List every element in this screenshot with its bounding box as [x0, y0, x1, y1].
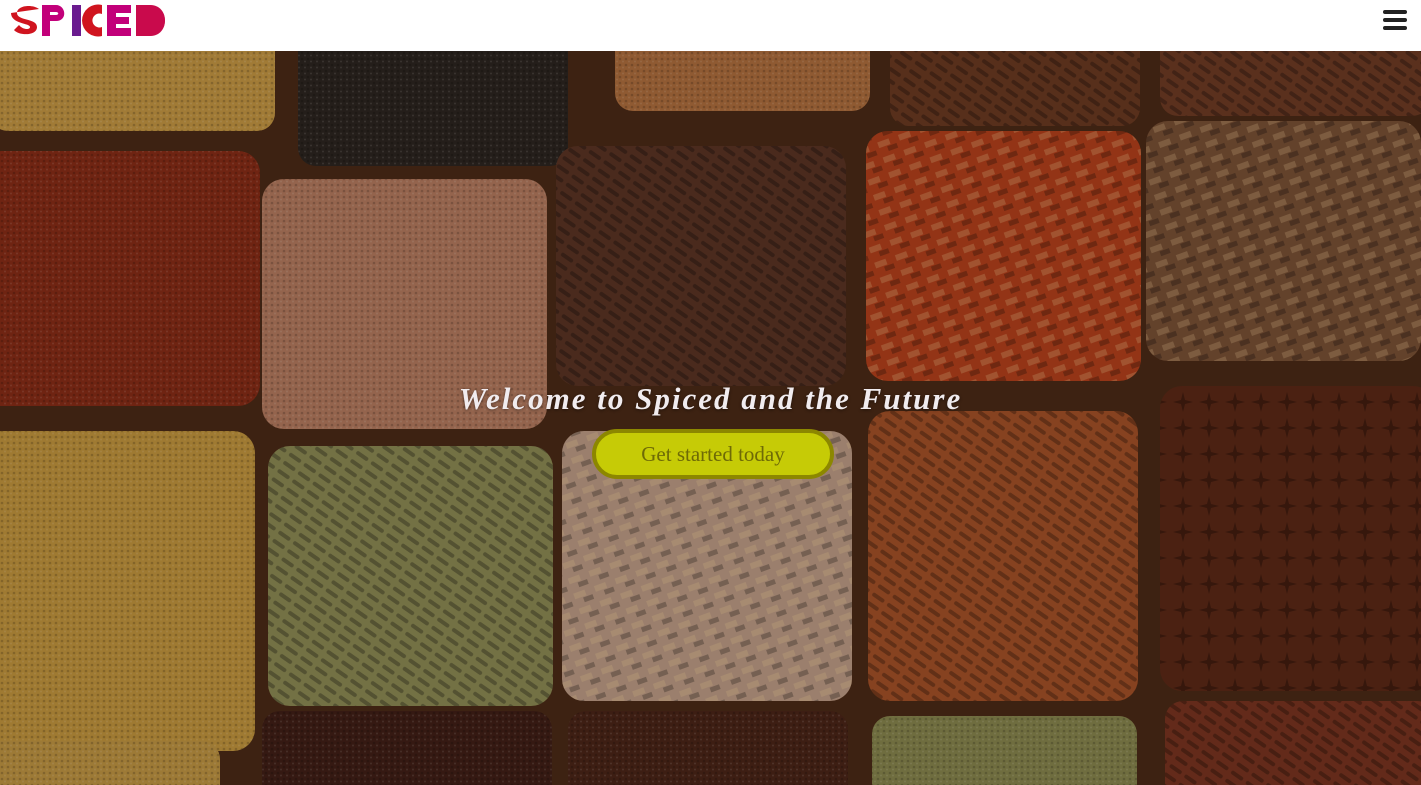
menu-line — [1383, 26, 1407, 30]
hero-overlay — [0, 51, 1421, 785]
hamburger-menu-icon[interactable] — [1383, 10, 1409, 30]
hero-headline: Welcome to Spiced and the Future — [458, 381, 963, 416]
menu-line — [1383, 10, 1407, 14]
hero-section: Welcome to Spiced and the Future Get sta… — [0, 51, 1421, 785]
spiced-logo[interactable] — [10, 3, 178, 37]
top-navigation-bar — [0, 0, 1421, 51]
get-started-button[interactable]: Get started today — [592, 429, 834, 479]
menu-line — [1383, 18, 1407, 22]
